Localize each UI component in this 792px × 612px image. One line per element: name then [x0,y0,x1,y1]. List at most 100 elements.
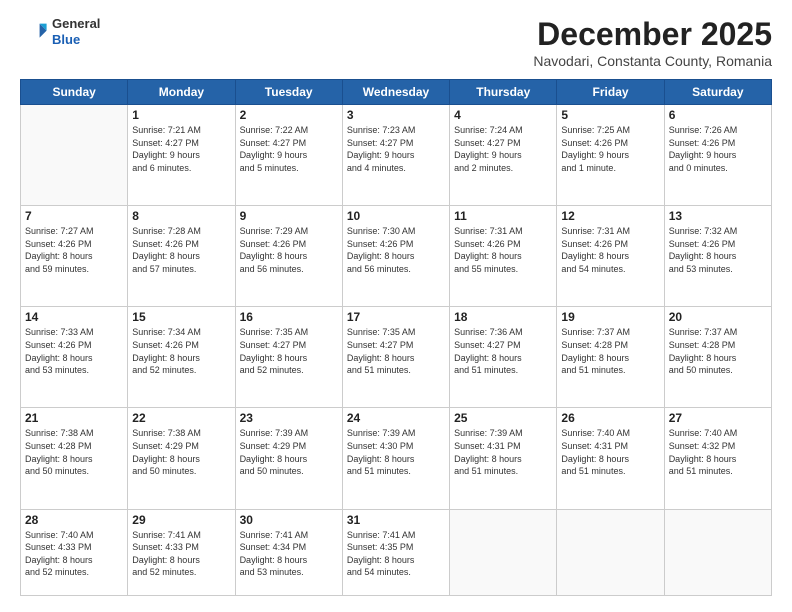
day-info: Sunrise: 7:35 AM Sunset: 4:27 PM Dayligh… [240,326,338,376]
table-row: 24 Sunrise: 7:39 AM Sunset: 4:30 PM Dayli… [342,408,449,509]
day-info: Sunrise: 7:21 AM Sunset: 4:27 PM Dayligh… [132,124,230,174]
day-number: 19 [561,310,659,324]
day-number: 9 [240,209,338,223]
day-number: 31 [347,513,445,527]
table-row: 22 Sunrise: 7:38 AM Sunset: 4:29 PM Dayli… [128,408,235,509]
day-number: 21 [25,411,123,425]
day-number: 12 [561,209,659,223]
table-row: 11Sunrise: 7:31 AM Sunset: 4:26 PM Dayli… [450,206,557,307]
day-number: 18 [454,310,552,324]
col-saturday: Saturday [664,80,771,105]
day-number: 17 [347,310,445,324]
day-info: Sunrise: 7:22 AM Sunset: 4:27 PM Dayligh… [240,124,338,174]
day-info: Sunrise: 7:26 AM Sunset: 4:26 PM Dayligh… [669,124,767,174]
calendar-week-row: 28Sunrise: 7:40 AM Sunset: 4:33 PM Dayli… [21,509,772,595]
day-number: 7 [25,209,123,223]
day-info: Sunrise: 7:29 AM Sunset: 4:26 PM Dayligh… [240,225,338,275]
day-info: Sunrise: 7:30 AM Sunset: 4:26 PM Dayligh… [347,225,445,275]
table-row: 10 Sunrise: 7:30 AM Sunset: 4:26 PM Dayli… [342,206,449,307]
day-number: 30 [240,513,338,527]
table-row: 21 Sunrise: 7:38 AM Sunset: 4:28 PM Dayli… [21,408,128,509]
day-info: Sunrise: 7:35 AM Sunset: 4:27 PM Dayligh… [347,326,445,376]
table-row: 9 Sunrise: 7:29 AM Sunset: 4:26 PM Daylig… [235,206,342,307]
day-number: 8 [132,209,230,223]
calendar-week-row: 14Sunrise: 7:33 AM Sunset: 4:26 PM Dayli… [21,307,772,408]
logo-blue: Blue [52,32,100,48]
col-tuesday: Tuesday [235,80,342,105]
calendar-week-row: 1 Sunrise: 7:21 AM Sunset: 4:27 PM Daylig… [21,105,772,206]
day-info: Sunrise: 7:27 AM Sunset: 4:26 PM Dayligh… [25,225,123,275]
day-info: Sunrise: 7:24 AM Sunset: 4:27 PM Dayligh… [454,124,552,174]
table-row: 30 Sunrise: 7:41 AM Sunset: 4:34 PM Dayli… [235,509,342,595]
title-section: December 2025 Navodari, Constanta County… [533,16,772,69]
header: General Blue December 2025 Navodari, Con… [20,16,772,69]
day-number: 2 [240,108,338,122]
table-row: 13 Sunrise: 7:32 AM Sunset: 4:26 PM Dayli… [664,206,771,307]
day-info: Sunrise: 7:39 AM Sunset: 4:31 PM Dayligh… [454,427,552,477]
day-number: 13 [669,209,767,223]
day-info: Sunrise: 7:31 AM Sunset: 4:26 PM Dayligh… [561,225,659,275]
table-row: 23Sunrise: 7:39 AM Sunset: 4:29 PM Dayli… [235,408,342,509]
calendar-table: Sunday Monday Tuesday Wednesday Thursday… [20,79,772,596]
table-row: 5Sunrise: 7:25 AM Sunset: 4:26 PM Daylig… [557,105,664,206]
day-info: Sunrise: 7:37 AM Sunset: 4:28 PM Dayligh… [561,326,659,376]
table-row: 7 Sunrise: 7:27 AM Sunset: 4:26 PM Daylig… [21,206,128,307]
col-sunday: Sunday [21,80,128,105]
table-row: 27 Sunrise: 7:40 AM Sunset: 4:32 PM Dayli… [664,408,771,509]
table-row: 28Sunrise: 7:40 AM Sunset: 4:33 PM Dayli… [21,509,128,595]
calendar-page: General Blue December 2025 Navodari, Con… [0,0,792,612]
table-row: 29 Sunrise: 7:41 AM Sunset: 4:33 PM Dayli… [128,509,235,595]
table-row: 16 Sunrise: 7:35 AM Sunset: 4:27 PM Dayli… [235,307,342,408]
day-info: Sunrise: 7:40 AM Sunset: 4:32 PM Dayligh… [669,427,767,477]
table-row [21,105,128,206]
day-number: 6 [669,108,767,122]
table-row: 8 Sunrise: 7:28 AM Sunset: 4:26 PM Daylig… [128,206,235,307]
day-number: 11 [454,209,552,223]
table-row: 1 Sunrise: 7:21 AM Sunset: 4:27 PM Daylig… [128,105,235,206]
day-number: 10 [347,209,445,223]
day-number: 5 [561,108,659,122]
day-info: Sunrise: 7:38 AM Sunset: 4:29 PM Dayligh… [132,427,230,477]
day-info: Sunrise: 7:37 AM Sunset: 4:28 PM Dayligh… [669,326,767,376]
col-monday: Monday [128,80,235,105]
table-row: 15Sunrise: 7:34 AM Sunset: 4:26 PM Dayli… [128,307,235,408]
day-info: Sunrise: 7:39 AM Sunset: 4:30 PM Dayligh… [347,427,445,477]
logo-icon [20,18,48,46]
day-info: Sunrise: 7:41 AM Sunset: 4:34 PM Dayligh… [240,529,338,579]
day-info: Sunrise: 7:38 AM Sunset: 4:28 PM Dayligh… [25,427,123,477]
table-row: 17 Sunrise: 7:35 AM Sunset: 4:27 PM Dayli… [342,307,449,408]
table-row [450,509,557,595]
day-number: 27 [669,411,767,425]
day-info: Sunrise: 7:23 AM Sunset: 4:27 PM Dayligh… [347,124,445,174]
logo-text: General Blue [52,16,100,47]
day-number: 29 [132,513,230,527]
day-number: 24 [347,411,445,425]
calendar-header-row: Sunday Monday Tuesday Wednesday Thursday… [21,80,772,105]
table-row: 3Sunrise: 7:23 AM Sunset: 4:27 PM Daylig… [342,105,449,206]
day-number: 4 [454,108,552,122]
day-number: 25 [454,411,552,425]
day-number: 22 [132,411,230,425]
col-thursday: Thursday [450,80,557,105]
day-number: 16 [240,310,338,324]
table-row: 19 Sunrise: 7:37 AM Sunset: 4:28 PM Dayli… [557,307,664,408]
day-info: Sunrise: 7:32 AM Sunset: 4:26 PM Dayligh… [669,225,767,275]
table-row: 31Sunrise: 7:41 AM Sunset: 4:35 PM Dayli… [342,509,449,595]
day-number: 28 [25,513,123,527]
table-row [664,509,771,595]
location-subtitle: Navodari, Constanta County, Romania [533,53,772,69]
table-row: 12 Sunrise: 7:31 AM Sunset: 4:26 PM Dayli… [557,206,664,307]
day-number: 1 [132,108,230,122]
table-row: 26Sunrise: 7:40 AM Sunset: 4:31 PM Dayli… [557,408,664,509]
table-row: 18 Sunrise: 7:36 AM Sunset: 4:27 PM Dayli… [450,307,557,408]
day-info: Sunrise: 7:36 AM Sunset: 4:27 PM Dayligh… [454,326,552,376]
table-row: 20Sunrise: 7:37 AM Sunset: 4:28 PM Dayli… [664,307,771,408]
day-info: Sunrise: 7:41 AM Sunset: 4:33 PM Dayligh… [132,529,230,579]
table-row: 6 Sunrise: 7:26 AM Sunset: 4:26 PM Daylig… [664,105,771,206]
table-row [557,509,664,595]
col-friday: Friday [557,80,664,105]
day-info: Sunrise: 7:33 AM Sunset: 4:26 PM Dayligh… [25,326,123,376]
day-number: 23 [240,411,338,425]
day-info: Sunrise: 7:28 AM Sunset: 4:26 PM Dayligh… [132,225,230,275]
logo: General Blue [20,16,100,47]
